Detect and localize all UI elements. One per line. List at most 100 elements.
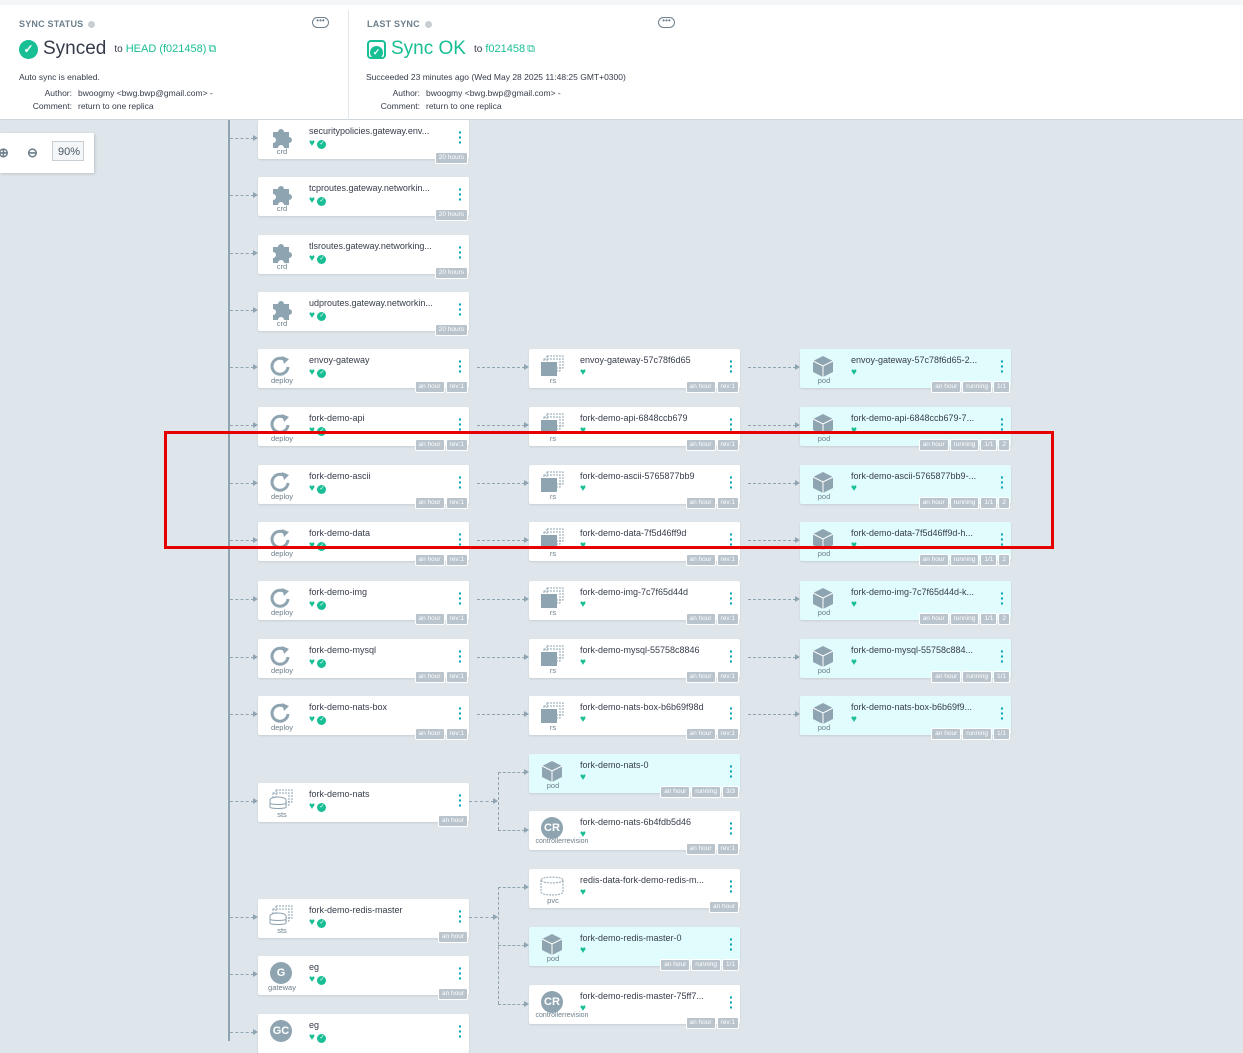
- resource-node-deploy[interactable]: deploy fork-demo-nats-box ♥ ✓ · · · an hour rev…: [258, 696, 469, 740]
- node-tag: an hour: [685, 728, 716, 740]
- resource-node-pod[interactable]: pod fork-demo-redis-master-0 ♥ · · · an hour ru…: [529, 927, 740, 971]
- graph-edge: [498, 1004, 525, 1005]
- edge-arrow-icon: [524, 769, 529, 775]
- zoom-in-icon[interactable]: ⊕: [0, 145, 9, 161]
- resource-node-pod[interactable]: pod fork-demo-img-7c7f65d44d-k... ♥ · · · an h…: [800, 581, 1011, 625]
- node-menu-icon[interactable]: · · ·: [729, 932, 734, 956]
- node-tags: an hour rev:1: [414, 554, 468, 566]
- node-kind-label: pod: [817, 549, 831, 558]
- node-menu-icon[interactable]: · · ·: [458, 412, 463, 436]
- resource-node-pod[interactable]: pod fork-demo-nats-box-b6b69f9... ♥ · · · an h…: [800, 696, 1011, 740]
- resource-node-pvc[interactable]: pvc redis-data-fork-demo-redis-m... ♥ · · · an…: [529, 869, 740, 913]
- author-label: Author:: [44, 88, 72, 98]
- node-menu-icon[interactable]: · · ·: [458, 904, 463, 928]
- healthy-heart-icon: ♥: [580, 772, 586, 783]
- node-kind-label: deploy: [270, 549, 294, 558]
- node-tag: an hour: [708, 901, 739, 913]
- node-tag: 1/1: [980, 554, 998, 566]
- node-menu-icon[interactable]: · · ·: [458, 1019, 463, 1043]
- external-link-icon[interactable]: ⧉: [527, 43, 535, 56]
- healthy-heart-icon: ♥: [580, 367, 586, 378]
- node-menu-icon[interactable]: · · ·: [458, 297, 463, 321]
- node-tag: an hour: [931, 728, 962, 740]
- resource-node-controllerrevision[interactable]: CR controllerrevision fork-demo-redis-mast…: [529, 985, 740, 1029]
- node-tag: rev:1: [445, 554, 468, 566]
- external-link-icon[interactable]: ⧉: [208, 43, 216, 56]
- node-tag: an hour: [931, 671, 962, 683]
- node-tags: an hour: [437, 931, 468, 943]
- node-menu-icon[interactable]: · · ·: [729, 644, 734, 668]
- zoom-out-icon[interactable]: ⊖: [27, 145, 38, 161]
- resource-node-crd[interactable]: crd tcproutes.gateway.networkin... ♥ ✓ · · · 2…: [258, 177, 469, 221]
- node-menu-icon[interactable]: · · ·: [1000, 644, 1005, 668]
- node-menu-icon[interactable]: · · ·: [729, 412, 734, 436]
- resource-node-crd[interactable]: crd securitypolicies.gateway.env... ♥ ✓ · · ·…: [258, 120, 469, 164]
- node-menu-icon[interactable]: · · ·: [458, 586, 463, 610]
- node-tag: an hour: [685, 554, 716, 566]
- graph-edge: [498, 887, 525, 888]
- node-menu-icon[interactable]: · · ·: [729, 990, 734, 1014]
- app-status-bar: SYNC STATUS ••• ✓ Synced to HEAD (f02145…: [0, 0, 1243, 122]
- node-menu-icon[interactable]: · · ·: [458, 701, 463, 725]
- resource-node-crd[interactable]: crd tlsroutes.gateway.networking... ♥ ✓ · · ·…: [258, 235, 469, 279]
- resource-node-rs[interactable]: rs envoy-gateway-57c78f6d65 ♥ · · · an hour rev…: [529, 349, 740, 393]
- node-menu-icon[interactable]: · · ·: [729, 759, 734, 783]
- node-menu-icon[interactable]: · · ·: [458, 644, 463, 668]
- last-sync-more-button[interactable]: •••: [658, 17, 675, 28]
- check-circle-icon: ✓: [19, 39, 38, 59]
- node-menu-icon[interactable]: · · ·: [729, 701, 734, 725]
- health-status: ♥ ✓: [309, 195, 327, 206]
- node-tag: an hour: [685, 381, 716, 393]
- health-status: ♥: [580, 945, 586, 956]
- resource-node-deploy[interactable]: deploy fork-demo-mysql ♥ ✓ · · · an hour rev:1: [258, 639, 469, 683]
- node-tags: an hour running 1/1 2: [918, 554, 1010, 566]
- zoom-level-input[interactable]: 90%: [52, 141, 84, 161]
- resource-node-crd[interactable]: crd udproutes.gateway.networkin... ♥ ✓ · · · 2…: [258, 292, 469, 336]
- sync-status-revision-link[interactable]: HEAD (f021458): [126, 43, 207, 55]
- resource-node-pod[interactable]: pod fork-demo-mysql-55758c884... ♥ · · · an ho…: [800, 639, 1011, 683]
- edge-arrow-icon: [253, 250, 258, 256]
- node-menu-icon[interactable]: · · ·: [458, 788, 463, 812]
- graph-edge: [230, 599, 254, 600]
- sync-status-to: to: [114, 43, 123, 55]
- sync-status-more-button[interactable]: •••: [312, 17, 329, 28]
- resource-node-deploy[interactable]: deploy envoy-gateway ♥ ✓ · · · an hour rev:1: [258, 349, 469, 393]
- node-menu-icon[interactable]: · · ·: [1000, 354, 1005, 378]
- node-kind-label: pvc: [547, 896, 559, 905]
- node-name: redis-data-fork-demo-redis-m...: [580, 875, 705, 885]
- resource-node-pod[interactable]: pod fork-demo-nats-0 ♥ · · · an hour running 3/3: [529, 754, 740, 798]
- resource-node-rs[interactable]: rs fork-demo-mysql-55758c8846 ♥ · · · an hour r…: [529, 639, 740, 683]
- resource-node-rs[interactable]: rs fork-demo-nats-box-b6b69f98d ♥ · · · an hou…: [529, 696, 740, 740]
- resource-node-controllerrevision[interactable]: CR controllerrevision fork-demo-nats-6b4fd…: [529, 811, 740, 855]
- node-menu-icon[interactable]: · · ·: [1000, 586, 1005, 610]
- graph-edge: [230, 253, 254, 254]
- node-menu-icon[interactable]: · · ·: [1000, 701, 1005, 725]
- node-tag: 1/1: [992, 671, 1010, 683]
- healthy-heart-icon: ♥: [309, 657, 315, 668]
- last-sync-status-text: Sync OK: [391, 38, 466, 59]
- node-menu-icon[interactable]: · · ·: [729, 586, 734, 610]
- resource-node-pod[interactable]: pod envoy-gateway-57c78f6d65-2... ♥ · · · an h…: [800, 349, 1011, 393]
- node-tag: rev:1: [716, 554, 739, 566]
- node-menu-icon[interactable]: · · ·: [458, 354, 463, 378]
- node-menu-icon[interactable]: · · ·: [729, 874, 734, 898]
- resource-node-deploy[interactable]: deploy fork-demo-img ♥ ✓ · · · an hour rev:1: [258, 581, 469, 625]
- node-menu-icon[interactable]: · · ·: [458, 182, 463, 206]
- node-menu-icon[interactable]: · · ·: [729, 816, 734, 840]
- node-menu-icon[interactable]: · · ·: [458, 125, 463, 149]
- health-status: ♥ ✓: [309, 310, 327, 321]
- last-sync-revision-link[interactable]: f021458: [485, 43, 525, 55]
- health-status: ♥: [580, 829, 586, 840]
- node-menu-icon[interactable]: · · ·: [458, 240, 463, 264]
- node-menu-icon[interactable]: · · ·: [458, 961, 463, 985]
- node-tag: rev:1: [716, 381, 739, 393]
- help-icon[interactable]: [424, 21, 432, 29]
- resource-node-sts[interactable]: sts fork-demo-redis-master ♥ ✓ · · · an hour: [258, 899, 469, 943]
- resource-node-gateway[interactable]: Ggateway eg ♥ ✓ · · · an hour: [258, 956, 469, 1000]
- node-menu-icon[interactable]: · · ·: [729, 354, 734, 378]
- help-icon[interactable]: [88, 21, 96, 29]
- node-menu-icon[interactable]: · · ·: [1000, 412, 1005, 436]
- resource-node-sts[interactable]: sts fork-demo-nats ♥ ✓ · · · an hour: [258, 783, 469, 827]
- resource-node-rs[interactable]: rs fork-demo-img-7c7f65d44d ♥ · · · an hour rev…: [529, 581, 740, 625]
- resource-node-gatewayclass[interactable]: GC eg ♥ ✓ · · ·: [258, 1014, 469, 1053]
